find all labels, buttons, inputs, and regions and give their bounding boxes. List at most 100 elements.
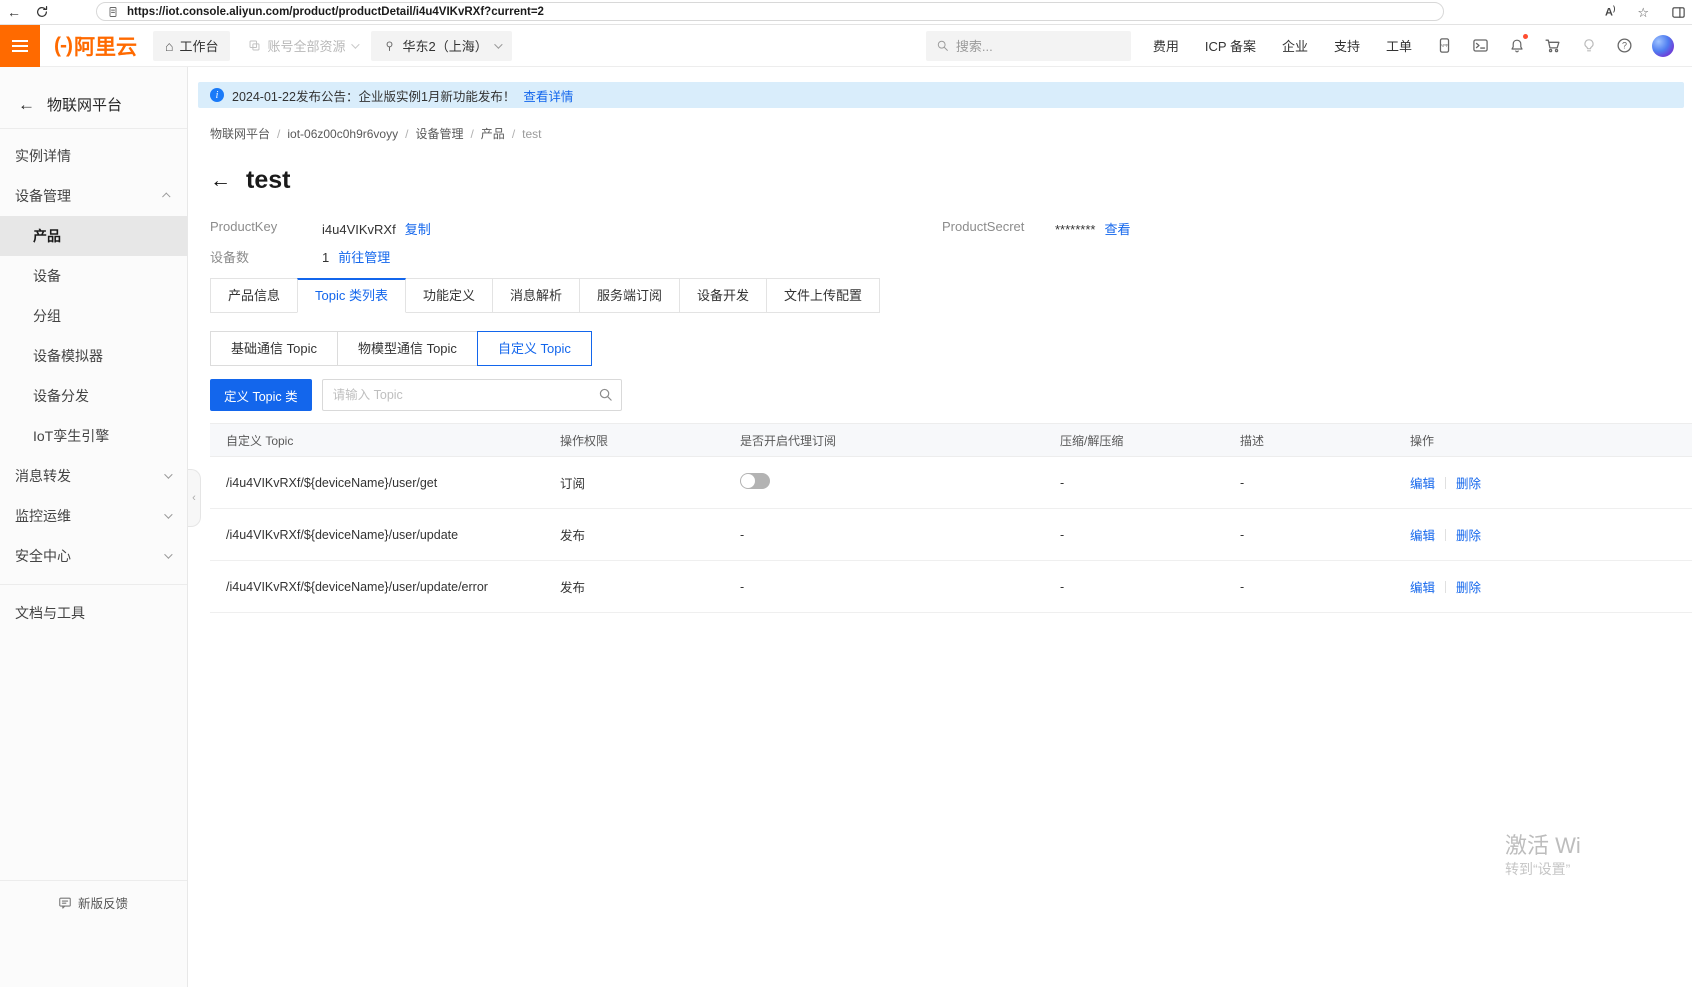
product-key-value: i4u4VIKvRXf复制 <box>322 219 431 238</box>
compress-cell: - <box>1044 580 1224 594</box>
delete-link[interactable]: 删除 <box>1456 525 1481 544</box>
sidebar-item-label: 监控运维 <box>15 506 71 526</box>
device-count-value: 1前往管理 <box>322 247 390 266</box>
subtab-thing-model-topic[interactable]: 物模型通信 Topic <box>337 331 478 366</box>
search-icon[interactable] <box>598 387 613 402</box>
watermark-line1: 激活 Wi <box>1505 833 1581 859</box>
aliyun-logo-mark: (-) <box>54 34 72 58</box>
lightbulb-icon[interactable] <box>1580 37 1597 54</box>
permission-cell: 订阅 <box>544 473 724 492</box>
manage-devices-link[interactable]: 前往管理 <box>338 250 390 265</box>
sidebar-item-message-forward[interactable]: 消息转发 <box>0 456 187 496</box>
windows-activation-watermark: 激活 Wi 转到“设置” <box>1505 833 1581 879</box>
tab-product-info[interactable]: 产品信息 <box>210 278 298 313</box>
favorites-star-icon[interactable]: ☆ <box>1637 6 1649 19</box>
sidebar-item-device-mgmt[interactable]: 设备管理 <box>0 176 187 216</box>
edit-link[interactable]: 编辑 <box>1410 525 1435 544</box>
define-topic-button[interactable]: 定义 Topic 类 <box>210 379 312 411</box>
topnav-search[interactable]: 搜索... <box>926 31 1131 61</box>
region-selector[interactable]: 华东2（上海） <box>371 31 511 61</box>
breadcrumb: 物联网平台/ iot-06z00c0h9r6voyy/ 设备管理/ 产品/ te… <box>210 125 542 142</box>
announcement-detail-link[interactable]: 查看详情 <box>523 86 573 105</box>
breadcrumb-item[interactable]: 物联网平台 <box>210 125 270 142</box>
subtab-custom-topic[interactable]: 自定义 Topic <box>477 331 592 366</box>
notification-bell-icon[interactable] <box>1508 37 1525 54</box>
split-screen-icon[interactable] <box>1671 5 1686 20</box>
search-icon <box>936 39 949 52</box>
nav-link-tickets[interactable]: 工单 <box>1386 36 1412 55</box>
breadcrumb-item[interactable]: iot-06z00c0h9r6voyy <box>287 127 398 141</box>
svg-text:APP: APP <box>1440 43 1449 48</box>
breadcrumb-separator: / <box>277 127 280 141</box>
nav-link-billing[interactable]: 费用 <box>1153 36 1179 55</box>
sidebar-item-iot-twin[interactable]: IoT孪生引擎 <box>0 416 187 456</box>
avatar[interactable] <box>1652 35 1674 57</box>
tab-message-parsing[interactable]: 消息解析 <box>492 278 580 313</box>
browser-back-icon[interactable]: ← <box>0 1 28 23</box>
product-key-label: ProductKey <box>210 219 277 234</box>
permission-cell: 发布 <box>544 525 724 544</box>
mobile-app-icon[interactable]: APP <box>1436 37 1453 54</box>
console-menu-button[interactable] <box>0 25 40 67</box>
view-secret-link[interactable]: 查看 <box>1104 222 1130 237</box>
delete-link[interactable]: 删除 <box>1456 473 1481 492</box>
home-icon: ⌂ <box>165 38 173 54</box>
sidebar-header: ← 物联网平台 <box>0 67 187 129</box>
cart-icon[interactable] <box>1544 37 1561 54</box>
topic-subtabs: 基础通信 Topic 物模型通信 Topic 自定义 Topic <box>210 331 592 366</box>
sidebar-item-distribution[interactable]: 设备分发 <box>0 376 187 416</box>
read-aloud-icon[interactable]: A) <box>1605 6 1615 19</box>
tab-server-subscription[interactable]: 服务端订阅 <box>579 278 680 313</box>
tab-file-upload-config[interactable]: 文件上传配置 <box>766 278 880 313</box>
workbench-button[interactable]: ⌂ 工作台 <box>153 31 230 61</box>
sidebar-back-icon[interactable]: ← <box>18 95 35 115</box>
product-secret-value: ********查看 <box>1055 219 1131 238</box>
proxy-subscribe-toggle[interactable] <box>740 473 770 489</box>
description-cell: - <box>1224 580 1394 594</box>
topic-toolbar: 定义 Topic 类 <box>210 379 622 411</box>
sidebar-item-product[interactable]: 产品 <box>0 216 187 256</box>
sidebar-item-monitor-ops[interactable]: 监控运维 <box>0 496 187 536</box>
browser-refresh-icon[interactable] <box>28 1 56 23</box>
permission-cell: 发布 <box>544 577 724 596</box>
sidebar-item-label: 消息转发 <box>15 466 71 486</box>
subtab-basic-topic[interactable]: 基础通信 Topic <box>210 331 338 366</box>
edit-link[interactable]: 编辑 <box>1410 473 1435 492</box>
aliyun-logo[interactable]: (-) 阿里云 <box>54 31 137 61</box>
delete-link[interactable]: 删除 <box>1456 577 1481 596</box>
sidebar-item-label: 实例详情 <box>15 146 71 166</box>
nav-link-enterprise[interactable]: 企业 <box>1282 36 1308 55</box>
chevron-up-icon <box>162 192 170 200</box>
sidebar-item-security-center[interactable]: 安全中心 <box>0 536 187 576</box>
tab-function-definition[interactable]: 功能定义 <box>405 278 493 313</box>
sidebar-collapse-handle[interactable]: ‹ <box>188 469 201 527</box>
breadcrumb-item[interactable]: 产品 <box>481 125 505 142</box>
col-header: 自定义 Topic <box>210 432 544 449</box>
copy-link[interactable]: 复制 <box>405 222 431 237</box>
col-header: 是否开启代理订阅 <box>724 432 1044 449</box>
sidebar-item-instance-detail[interactable]: 实例详情 <box>0 136 187 176</box>
breadcrumb-separator: / <box>405 127 408 141</box>
tab-topic-list[interactable]: Topic 类列表 <box>297 278 406 313</box>
sidebar-item-group[interactable]: 分组 <box>0 296 187 336</box>
breadcrumb-item[interactable]: 设备管理 <box>415 125 463 142</box>
breadcrumb-current: test <box>522 127 541 141</box>
feedback-button[interactable]: 新版反馈 <box>58 893 187 912</box>
nav-link-support[interactable]: 支持 <box>1334 36 1360 55</box>
topic-search-input[interactable] <box>322 379 622 411</box>
help-icon[interactable]: ? <box>1616 37 1633 54</box>
sidebar-item-docs-tools[interactable]: 文档与工具 <box>0 593 187 633</box>
feedback-label: 新版反馈 <box>78 893 128 912</box>
sidebar-item-simulator[interactable]: 设备模拟器 <box>0 336 187 376</box>
page-back-icon[interactable]: ← <box>210 170 231 191</box>
product-secret-label: ProductSecret <box>942 219 1024 234</box>
edit-link[interactable]: 编辑 <box>1410 577 1435 596</box>
sidebar-footer: 新版反馈 <box>0 880 187 987</box>
sidebar-item-device[interactable]: 设备 <box>0 256 187 296</box>
terminal-icon[interactable] <box>1472 37 1489 54</box>
account-resources-dropdown[interactable]: 账号全部资源 <box>248 36 357 55</box>
browser-address-bar[interactable]: https://iot.console.aliyun.com/product/p… <box>96 2 1444 21</box>
sidebar-item-label: 文档与工具 <box>15 603 85 623</box>
nav-link-icp[interactable]: ICP 备案 <box>1205 36 1256 55</box>
tab-device-development[interactable]: 设备开发 <box>679 278 767 313</box>
